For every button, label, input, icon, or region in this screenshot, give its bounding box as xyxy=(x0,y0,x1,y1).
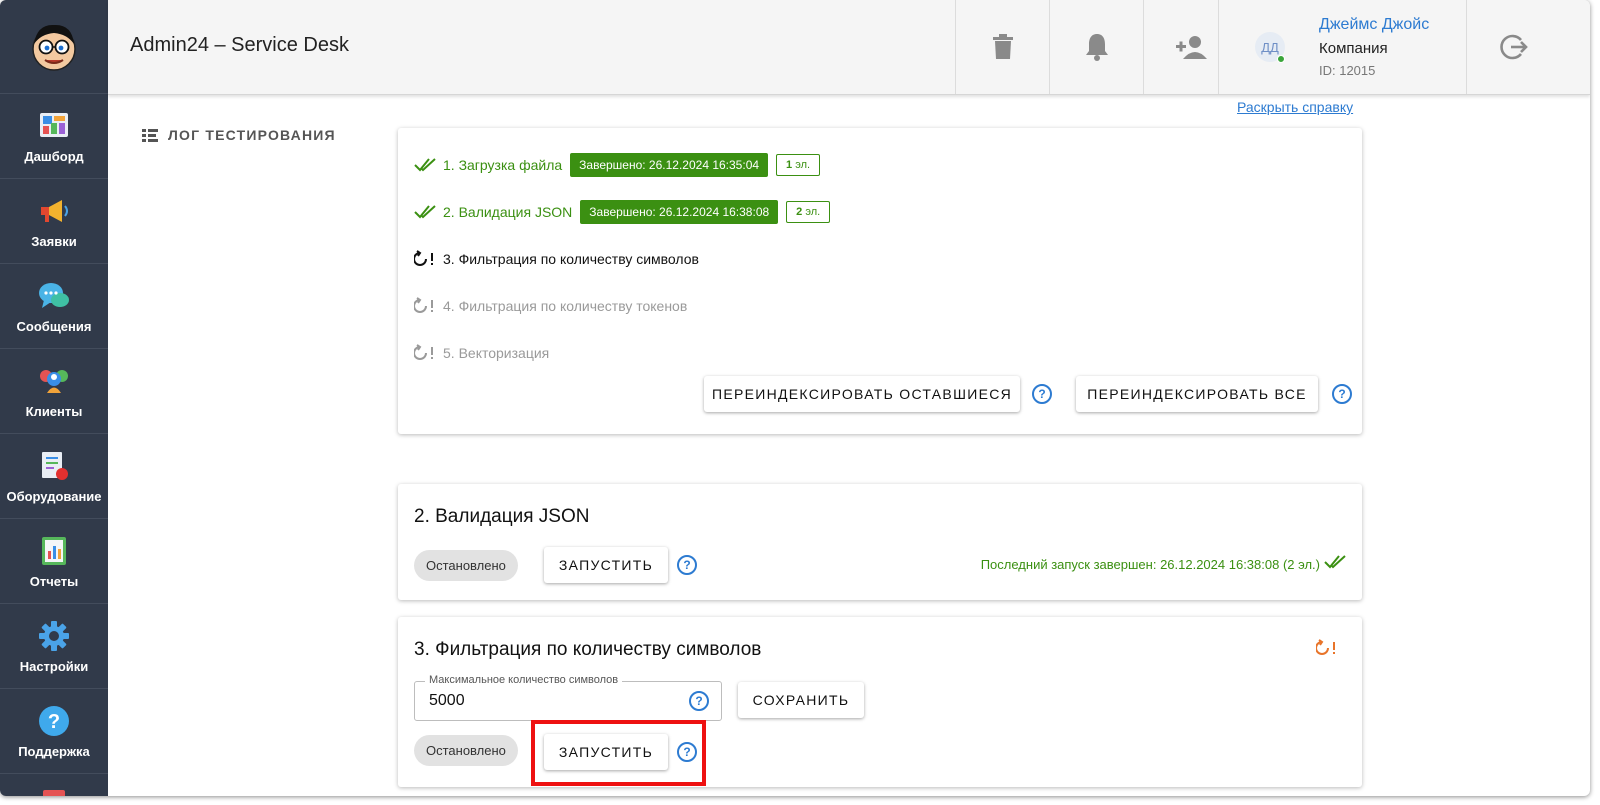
gear-icon xyxy=(37,619,71,653)
add-user-icon xyxy=(1175,36,1207,59)
sidebar-item-reports[interactable]: Отчеты xyxy=(0,519,108,604)
step-label: 5. Векторизация xyxy=(443,345,550,361)
status-chip: Остановлено xyxy=(414,550,518,581)
trash-icon xyxy=(992,34,1013,59)
card-title: 2. Валидация JSON xyxy=(414,506,590,527)
list-icon xyxy=(142,128,158,142)
logout-button[interactable] xyxy=(1466,0,1561,94)
sidebar-item-dashboard[interactable]: Дашборд xyxy=(0,94,108,179)
clients-icon xyxy=(37,364,71,398)
log-step-2: 2. Валидация JSON Завершено: 26.12.2024 … xyxy=(414,200,831,224)
trash-button[interactable] xyxy=(955,0,1049,94)
log-step-5: 5. Векторизация xyxy=(414,342,549,364)
user-name[interactable]: Джеймс Джойс xyxy=(1319,16,1429,34)
sidebar-item-label: Настройки xyxy=(19,658,89,674)
dashboard-icon xyxy=(37,109,71,143)
count-badge: 1 эл. xyxy=(776,154,821,176)
section-label-text: ЛОГ ТЕСТИРОВАНИЯ xyxy=(168,127,336,143)
card-title: 3. Фильтрация по количеству символов xyxy=(414,639,762,660)
log-card: 1. Загрузка файла Завершено: 26.12.2024 … xyxy=(398,128,1362,434)
count-badge: 2 эл. xyxy=(786,201,831,223)
sidebar-item-label: Отчеты xyxy=(29,573,79,589)
sidebar-item-label: Поддержка xyxy=(18,743,90,759)
partial-icon xyxy=(43,790,65,796)
double-check-icon xyxy=(1324,554,1346,575)
step-label: 1. Загрузка файла xyxy=(443,157,563,173)
app-title: Admin24 – Service Desk xyxy=(130,34,349,56)
restart-alert-icon xyxy=(1315,639,1338,662)
support-icon: ? xyxy=(37,704,71,738)
help-question-icon[interactable]: ? xyxy=(1332,384,1352,404)
equipment-icon xyxy=(37,449,71,483)
run-button[interactable]: ЗАПУСТИТЬ xyxy=(544,547,668,583)
restart-alert-icon xyxy=(414,248,436,270)
status-badge: Завершено: 26.12.2024 16:35:04 xyxy=(570,153,769,177)
help-question-icon[interactable]: ? xyxy=(1032,384,1052,404)
expand-help-link[interactable]: Раскрыть справку xyxy=(1237,99,1353,115)
user-id: ID: 12015 xyxy=(1319,63,1376,78)
sidebar-item-label: Клиенты xyxy=(25,403,83,419)
sidebar-item-label: Сообщения xyxy=(16,318,92,334)
last-run-status: Последний запуск завершен: 26.12.2024 16… xyxy=(980,557,1320,572)
sidebar-item-requests[interactable]: Заявки xyxy=(0,179,108,264)
sidebar-item-label: Дашборд xyxy=(24,148,84,164)
log-step-3: 3. Фильтрация по количеству символов xyxy=(414,248,699,270)
help-question-icon[interactable]: ? xyxy=(677,555,697,575)
online-status-dot xyxy=(1277,55,1285,63)
step-label: 3. Фильтрация по количеству символов xyxy=(443,251,699,267)
status-chip: Остановлено xyxy=(414,735,518,766)
double-check-icon xyxy=(414,201,436,223)
restart-alert-icon xyxy=(414,295,436,317)
status-badge: Завершено: 26.12.2024 16:38:08 xyxy=(580,200,779,224)
sidebar-item-clients[interactable]: Клиенты xyxy=(0,349,108,434)
app-window: Дашборд Заявки Сообщения Клиенты Оборудо… xyxy=(0,0,1590,796)
svg-text:?: ? xyxy=(48,711,60,733)
user-profile[interactable]: ДД Джеймс Джойс Компания ID: 12015 xyxy=(1218,0,1468,94)
sidebar-item-support[interactable]: ? Поддержка xyxy=(0,689,108,774)
sidebar-item-messages[interactable]: Сообщения xyxy=(0,264,108,349)
highlight-frame xyxy=(531,720,706,786)
user-company: Компания xyxy=(1319,40,1388,57)
step-label: 4. Фильтрация по количеству токенов xyxy=(443,298,688,314)
sidebar-item-equipment[interactable]: Оборудование xyxy=(0,434,108,519)
megaphone-icon xyxy=(37,194,71,228)
reports-icon xyxy=(37,534,71,568)
avatar-logo-icon xyxy=(32,24,76,71)
bell-icon xyxy=(1085,34,1108,61)
help-question-icon[interactable]: ? xyxy=(689,691,709,711)
notifications-button[interactable] xyxy=(1049,0,1143,94)
sidebar: Дашборд Заявки Сообщения Клиенты Оборудо… xyxy=(0,0,108,796)
reindex-remaining-button[interactable]: ПЕРЕИНДЕКСИРОВАТЬ ОСТАВШИЕСЯ xyxy=(704,376,1020,412)
log-step-1: 1. Загрузка файла Завершено: 26.12.2024 … xyxy=(414,153,821,177)
double-check-icon xyxy=(414,154,436,176)
sidebar-item-settings[interactable]: Настройки xyxy=(0,604,108,689)
logout-icon xyxy=(1500,34,1528,60)
sidebar-item-label: Заявки xyxy=(31,233,77,249)
reindex-all-button[interactable]: ПЕРЕИНДЕКСИРОВАТЬ ВСЕ xyxy=(1076,376,1318,412)
step-label: 2. Валидация JSON xyxy=(443,204,573,220)
chat-icon xyxy=(37,279,71,313)
max-chars-field[interactable]: Максимальное количество символов 5000 ? xyxy=(414,674,722,721)
validation-json-card: 2. Валидация JSON Остановлено ЗАПУСТИТЬ … xyxy=(398,484,1362,600)
field-value[interactable]: 5000 xyxy=(429,692,465,710)
save-button[interactable]: СОХРАНИТЬ xyxy=(738,682,864,718)
field-label: Максимальное количество символов xyxy=(425,674,623,686)
top-header: Admin24 – Service Desk ДД Джеймс Джойс К… xyxy=(108,0,1590,95)
sidebar-item-label: Оборудование xyxy=(6,488,102,504)
sidebar-item-partial[interactable] xyxy=(0,774,108,796)
log-step-4: 4. Фильтрация по количеству токенов xyxy=(414,295,687,317)
app-logo[interactable] xyxy=(0,0,108,94)
restart-alert-icon xyxy=(414,342,436,364)
section-label: ЛОГ ТЕСТИРОВАНИЯ xyxy=(142,127,336,143)
